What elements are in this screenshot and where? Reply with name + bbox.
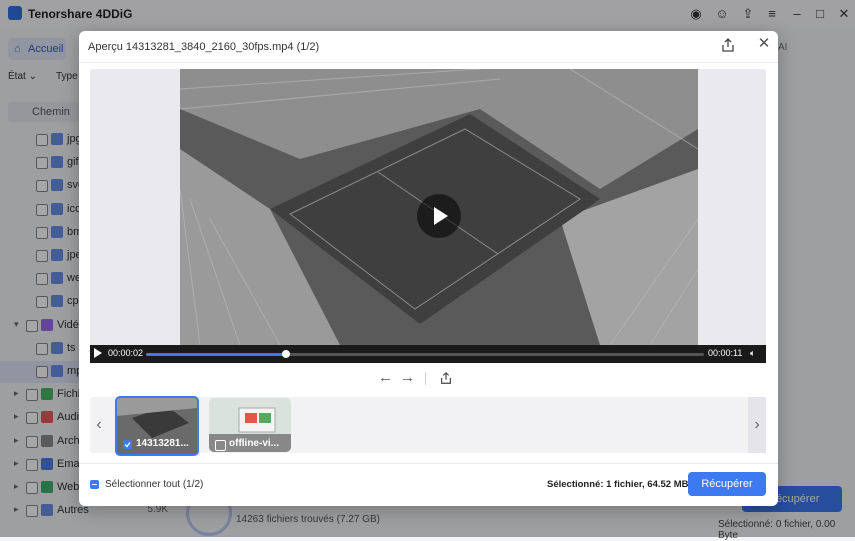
thumbnail-video-2[interactable]: offline-vi... — [209, 398, 291, 452]
preview-title: Aperçu 14313281_3840_2160_30fps.mp4 (1/2… — [88, 41, 320, 53]
divider — [79, 463, 778, 464]
previous-arrow-icon[interactable]: ← — [378, 369, 393, 386]
seek-handle[interactable] — [281, 350, 290, 358]
play-overlay-button[interactable] — [417, 194, 461, 238]
thumbnail-video-1[interactable]: 14313281... — [115, 396, 199, 456]
nav-separator — [425, 373, 426, 385]
volume-icon[interactable]: 🔈︎ — [750, 348, 755, 359]
thumbnail-checkbox[interactable] — [215, 440, 226, 451]
share-icon[interactable] — [720, 37, 736, 53]
select-all-label[interactable]: Sélectionner tout (1/2) — [105, 479, 203, 490]
export-icon[interactable] — [439, 371, 453, 385]
total-time: 00:00:11 — [708, 348, 743, 358]
preview-dialog: Aperçu 14313281_3840_2160_30fps.mp4 (1/2… — [79, 31, 778, 506]
thumbnail-caption: 14313281... — [136, 438, 189, 449]
video-frame[interactable] — [180, 69, 698, 345]
recover-button[interactable]: Récupérer — [688, 472, 766, 496]
thumbnail-strip: ‹ 14313281... offline-vi... › — [90, 396, 766, 456]
next-arrow-icon[interactable]: → — [400, 369, 415, 386]
thumbnail-caption: offline-vi... — [229, 438, 279, 449]
play-icon — [434, 207, 448, 225]
select-all-checkbox[interactable] — [90, 480, 99, 489]
video-player: 00:00:02 00:00:11 🔈︎ — [90, 69, 766, 363]
seek-bar[interactable] — [146, 350, 704, 358]
check-icon — [124, 442, 131, 448]
strip-right-arrow-icon[interactable]: › — [748, 397, 766, 453]
current-time: 00:00:02 — [108, 348, 144, 358]
seek-progress — [146, 353, 286, 356]
close-icon[interactable]: ✕ — [757, 36, 771, 51]
divider — [79, 62, 778, 63]
video-controls: 00:00:02 00:00:11 🔈︎ — [90, 345, 766, 363]
play-button-icon[interactable] — [94, 348, 102, 358]
thumbnail-checkbox-checked[interactable] — [123, 440, 132, 449]
strip-left-arrow-icon[interactable]: ‹ — [90, 397, 108, 453]
selection-info: Sélectionné: 1 fichier, 64.52 MB — [547, 479, 689, 490]
